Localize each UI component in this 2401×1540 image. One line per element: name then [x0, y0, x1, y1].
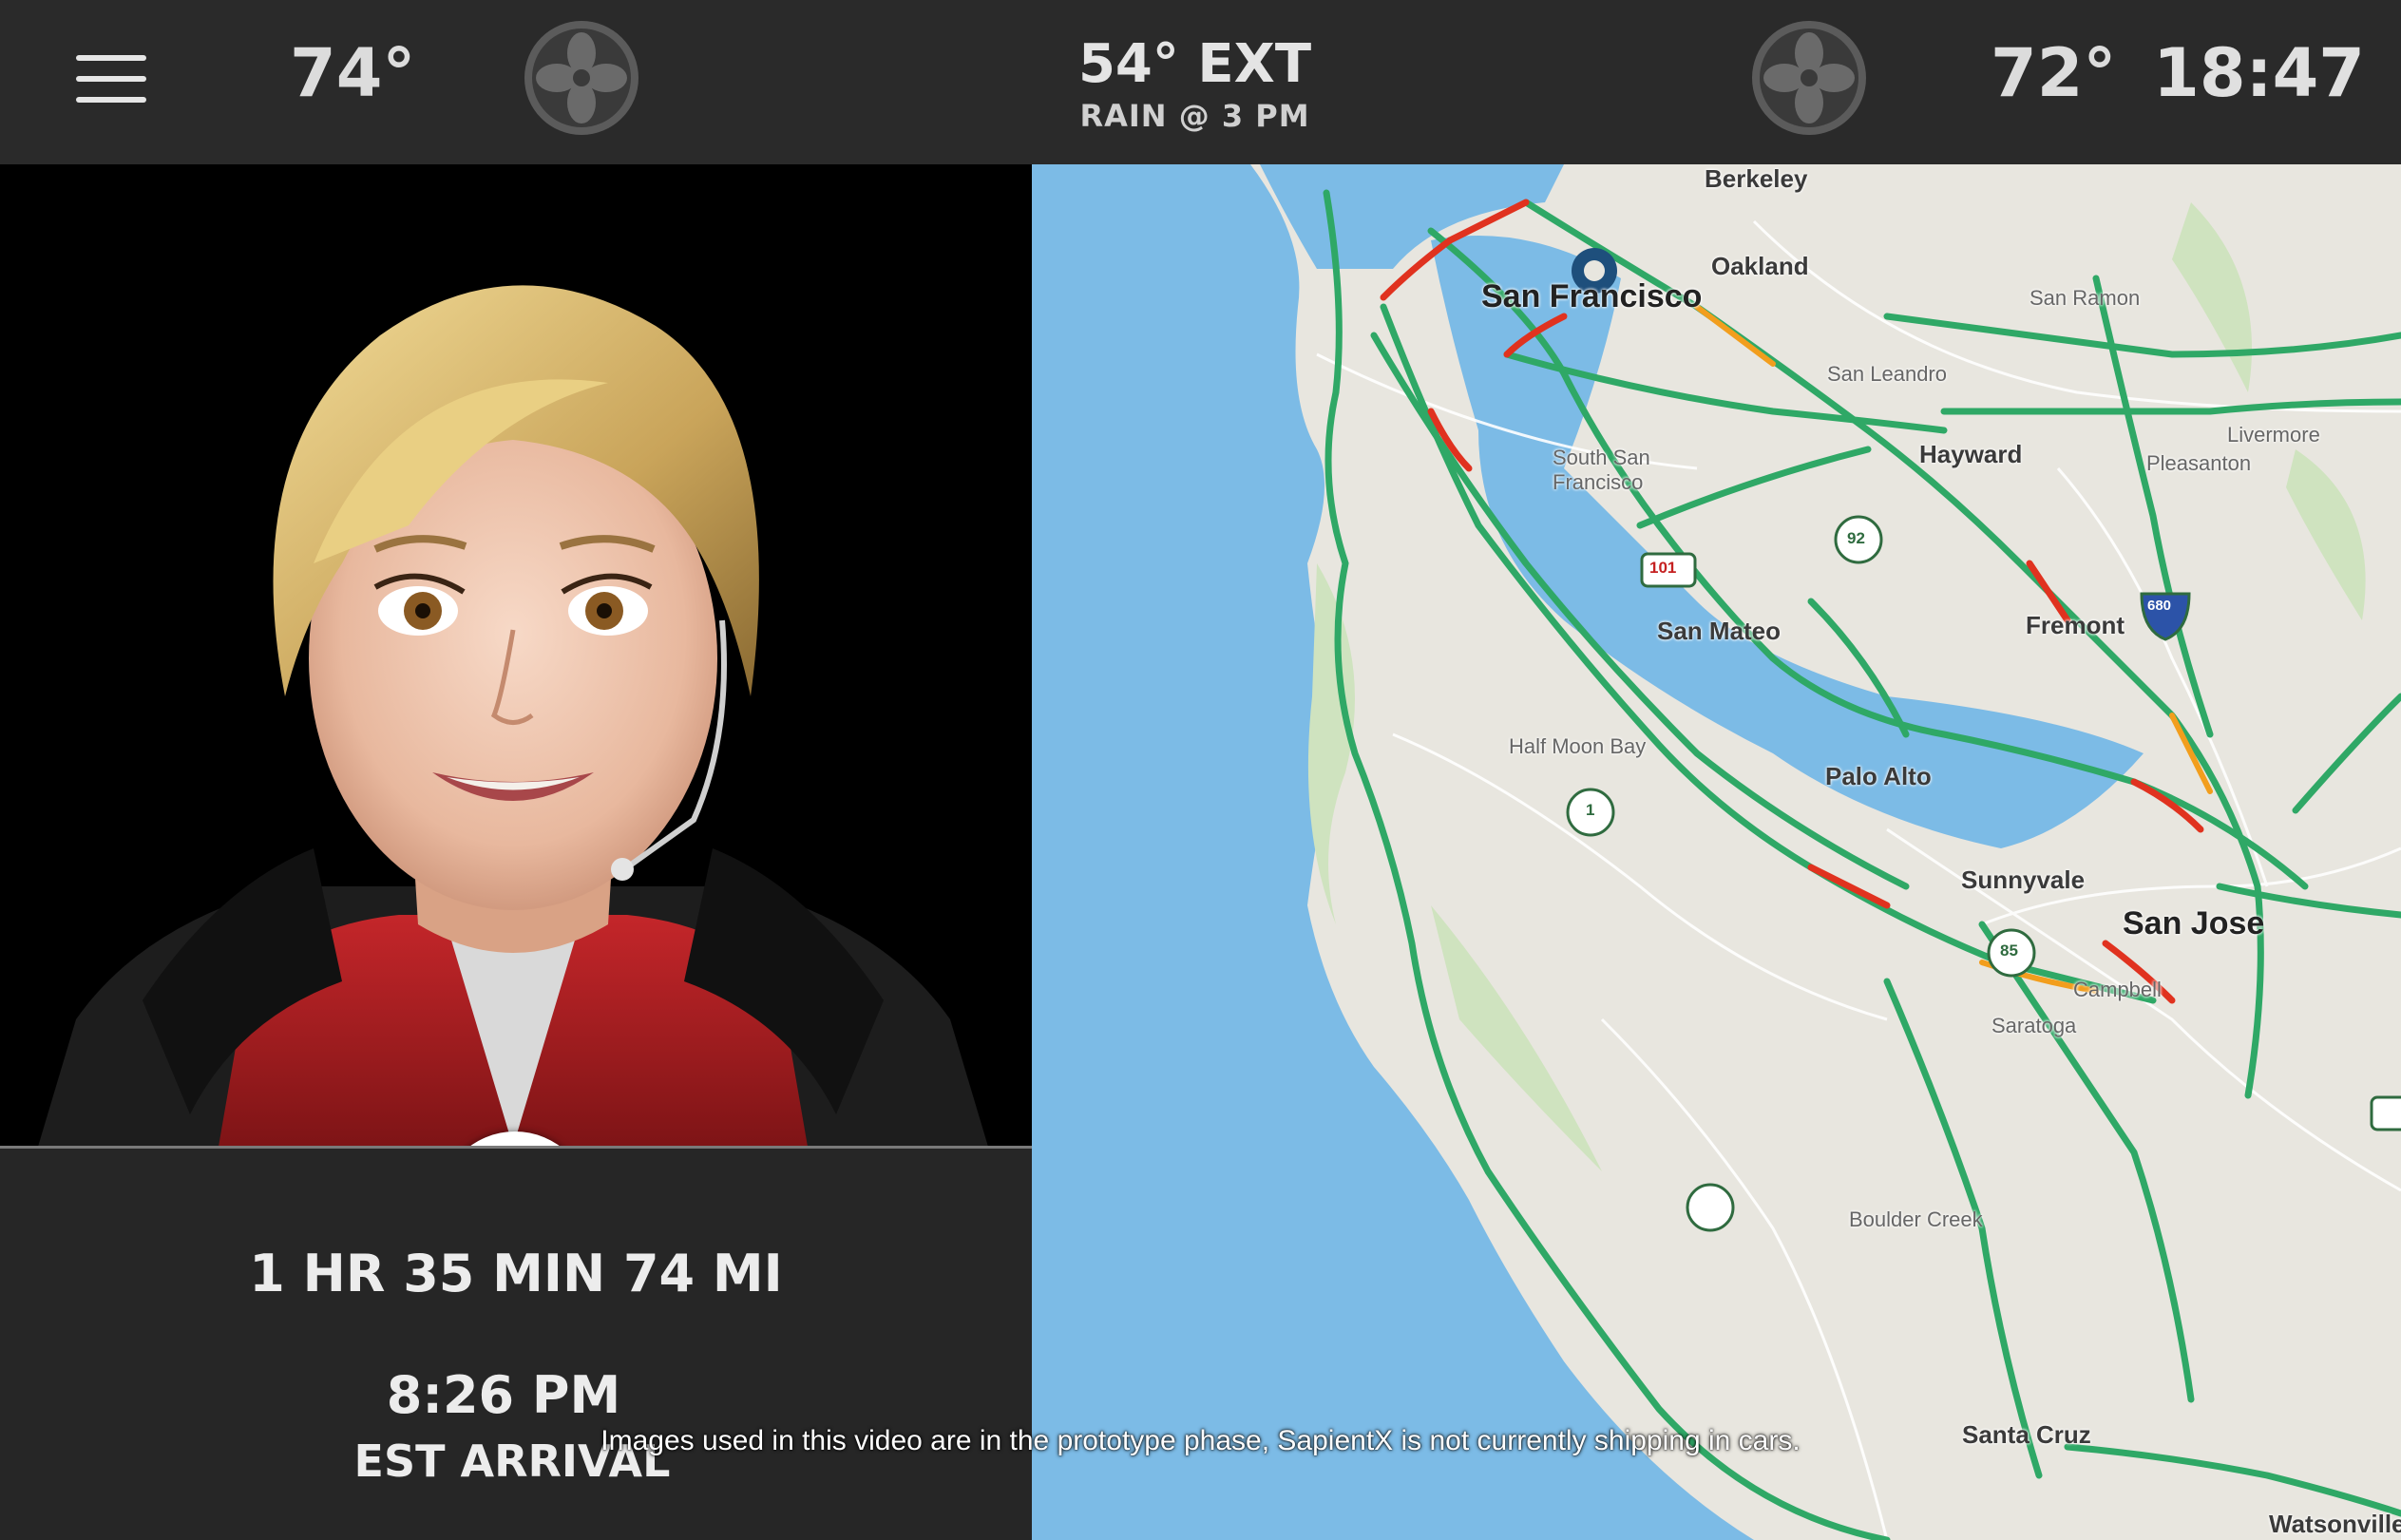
passenger-temperature[interactable]: 72°: [1991, 34, 2116, 112]
map-label-san-francisco: San Francisco: [1481, 278, 1703, 314]
map-label-watsonville: Watsonville: [2269, 1510, 2401, 1538]
close-assistant-button[interactable]: [439, 1131, 591, 1147]
highway-1-shield: 1: [1586, 801, 1595, 819]
estimated-arrival-time: 8:26 PM: [386, 1365, 621, 1425]
trip-duration-distance: 1 HR 35 MIN 74 MI: [249, 1244, 783, 1303]
map-label-berkeley: Berkeley: [1705, 164, 1808, 193]
exterior-temperature: 54° EXT: [1077, 33, 1312, 95]
map-label-half-moon-bay: Half Moon Bay: [1509, 734, 1647, 758]
top-status-bar: 74° 54° EXT RAIN @ 3 PM 72° 18:47: [0, 0, 2401, 164]
clock: 18:47: [2153, 34, 2365, 112]
trip-info-panel: 1 HR 35 MIN 74 MI 8:26 PM EST ARRIVAL: [0, 1149, 1032, 1540]
navigation-map[interactable]: Berkeley San Francisco Oakland San Ramon…: [1032, 164, 2401, 1540]
map-label-san-ramon: San Ramon: [2029, 286, 2141, 310]
exterior-weather: 54° EXT RAIN @ 3 PM: [1055, 32, 1335, 135]
interstate-680-shield: 680: [2147, 598, 2172, 614]
passenger-fan-icon[interactable]: [1750, 19, 1868, 137]
assistant-avatar-panel: [0, 164, 1032, 1147]
video-disclaimer-caption: Images used in this video are in the pro…: [600, 1425, 1801, 1456]
driver-fan-icon[interactable]: [523, 19, 640, 137]
map-label-san-mateo: San Mateo: [1657, 617, 1782, 645]
map-canvas: [1250, 164, 2401, 1540]
assistant-avatar: [38, 285, 988, 1147]
map-label-south-san-francisco: South San Francisco: [1553, 446, 1650, 494]
highway-85-shield: 85: [2000, 941, 2018, 960]
highway-92-shield: 92: [1847, 529, 1865, 547]
map-label-san-leandro: San Leandro: [1827, 362, 1947, 386]
map-label-fremont: Fremont: [2026, 611, 2125, 639]
map-label-pleasanton: Pleasanton: [2146, 451, 2252, 475]
map-label-boulder-creek: Boulder Creek: [1849, 1207, 1983, 1231]
hamburger-menu-icon[interactable]: [76, 55, 146, 103]
map-label-campbell: Campbell: [2073, 978, 2162, 1001]
driver-temperature[interactable]: 74°: [290, 34, 415, 112]
map-label-livermore: Livermore: [2227, 423, 2320, 447]
highway-101-shield: 101: [1649, 559, 1677, 577]
map-label-sunnyvale: Sunnyvale: [1961, 865, 2086, 894]
map-label-hayward: Hayward: [1919, 440, 2023, 468]
close-icon: [439, 1131, 591, 1147]
map-label-san-jose: San Jose: [2123, 905, 2265, 941]
map-label-saratoga: Saratoga: [1991, 1014, 2077, 1037]
weather-forecast: RAIN @ 3 PM: [1079, 98, 1310, 134]
map-label-oakland: Oakland: [1711, 252, 1809, 280]
map-label-palo-alto: Palo Alto: [1825, 762, 1932, 790]
